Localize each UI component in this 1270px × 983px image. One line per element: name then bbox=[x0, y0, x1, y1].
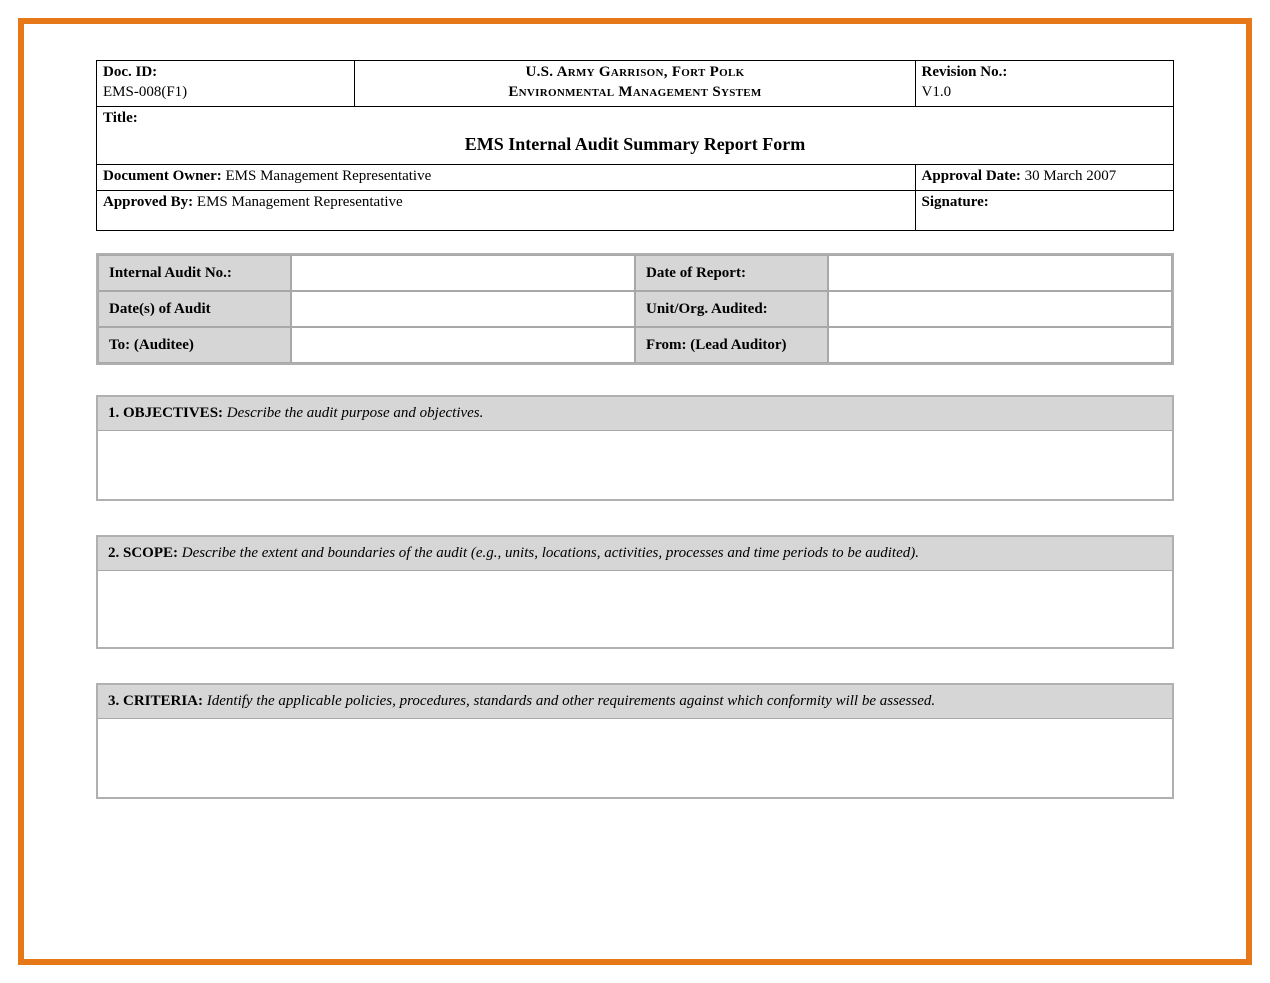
section-objectives-header: 1. OBJECTIVES: Describe the audit purpos… bbox=[98, 397, 1172, 431]
doc-id-value: EMS-008(F1) bbox=[103, 84, 187, 100]
approved-by-value: EMS Management Representative bbox=[193, 194, 403, 210]
revision-label: Revision No.: bbox=[922, 64, 1008, 80]
date-report-field[interactable] bbox=[828, 255, 1172, 291]
owner-value: EMS Management Representative bbox=[222, 168, 432, 184]
from-label: From: (Lead Auditor) bbox=[635, 327, 828, 363]
scope-body[interactable] bbox=[98, 571, 1172, 647]
unit-field[interactable] bbox=[828, 291, 1172, 327]
section-number: 2. bbox=[108, 545, 119, 561]
unit-label: Unit/Org. Audited: bbox=[635, 291, 828, 327]
title-label: Title: bbox=[103, 110, 138, 126]
objectives-body[interactable] bbox=[98, 431, 1172, 499]
signature-label: Signature: bbox=[922, 194, 989, 210]
owner-label: Document Owner: bbox=[103, 168, 222, 184]
audit-info-table: Internal Audit No.: Date of Report: Date… bbox=[96, 253, 1174, 365]
to-field[interactable] bbox=[291, 327, 635, 363]
dates-audit-field[interactable] bbox=[291, 291, 635, 327]
org-line-2: Environmental Management System bbox=[508, 84, 761, 100]
section-name: SCOPE: bbox=[119, 545, 178, 561]
section-description: Describe the extent and boundaries of th… bbox=[178, 545, 919, 561]
section-criteria: 3. CRITERIA: Identify the applicable pol… bbox=[96, 683, 1174, 799]
to-label: To: (Auditee) bbox=[98, 327, 291, 363]
approval-date-label: Approval Date: bbox=[922, 168, 1021, 184]
from-field[interactable] bbox=[828, 327, 1172, 363]
section-objectives: 1. OBJECTIVES: Describe the audit purpos… bbox=[96, 395, 1174, 501]
document-meta-table: Doc. ID: EMS-008(F1) U.S. Army Garrison,… bbox=[96, 60, 1174, 231]
section-scope: 2. SCOPE: Describe the extent and bounda… bbox=[96, 535, 1174, 649]
section-description: Describe the audit purpose and objective… bbox=[223, 405, 483, 421]
approval-date-value: 30 March 2007 bbox=[1021, 168, 1116, 184]
doc-id-label: Doc. ID: bbox=[103, 64, 157, 80]
section-scope-header: 2. SCOPE: Describe the extent and bounda… bbox=[98, 537, 1172, 571]
section-description: Identify the applicable policies, proced… bbox=[203, 693, 935, 709]
org-line-1: U.S. Army Garrison, Fort Polk bbox=[525, 64, 744, 80]
criteria-body[interactable] bbox=[98, 719, 1172, 797]
document-frame: Doc. ID: EMS-008(F1) U.S. Army Garrison,… bbox=[18, 18, 1252, 965]
section-criteria-header: 3. CRITERIA: Identify the applicable pol… bbox=[98, 685, 1172, 719]
revision-value: V1.0 bbox=[922, 84, 952, 100]
section-number: 1. bbox=[108, 405, 119, 421]
form-title: EMS Internal Audit Summary Report Form bbox=[103, 129, 1167, 162]
section-name: CRITERIA: bbox=[119, 693, 203, 709]
audit-no-label: Internal Audit No.: bbox=[98, 255, 291, 291]
date-report-label: Date of Report: bbox=[635, 255, 828, 291]
dates-audit-label: Date(s) of Audit bbox=[98, 291, 291, 327]
audit-no-field[interactable] bbox=[291, 255, 635, 291]
section-name: OBJECTIVES: bbox=[119, 405, 223, 421]
section-number: 3. bbox=[108, 693, 119, 709]
approved-by-label: Approved By: bbox=[103, 194, 193, 210]
